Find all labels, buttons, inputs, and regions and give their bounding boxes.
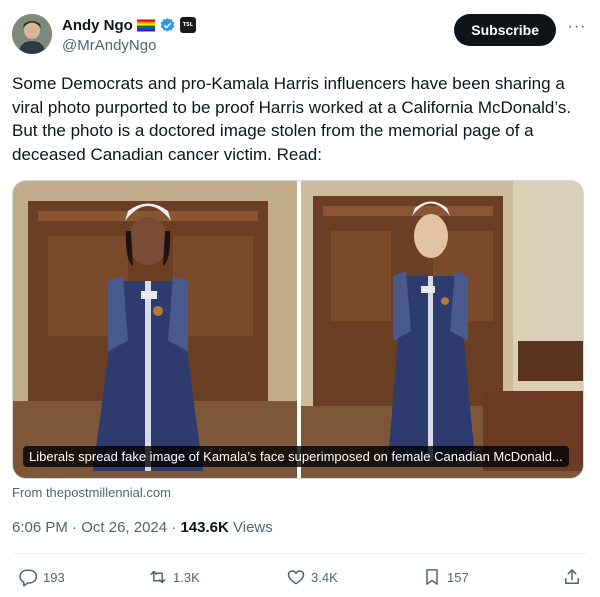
meta-separator: · [72, 519, 82, 536]
tweet-text: Some Democrats and pro-Kamala Harris inf… [12, 74, 572, 164]
post-time[interactable]: 6:06 PM [12, 519, 68, 536]
reply-button[interactable]: 193 [18, 566, 65, 588]
affiliate-badge-icon[interactable]: TSL [179, 17, 196, 33]
rainbow-flag-icon [136, 19, 155, 32]
views-count: 143.6K [180, 519, 229, 536]
like-count: 3.4K [311, 569, 338, 585]
avatar[interactable] [12, 14, 52, 54]
share-icon [565, 569, 579, 584]
reply-icon [19, 569, 38, 587]
bookmark-icon [426, 569, 438, 585]
tweet-header: Andy Ngo TSL @MrAndyNgo Subscribe ··· [12, 12, 588, 60]
more-options-icon[interactable]: ··· [566, 18, 588, 40]
divider [12, 553, 588, 554]
bookmark-count: 157 [447, 569, 469, 585]
tweet-media[interactable]: Liberals spread fake image of Kamala’s f… [12, 180, 584, 479]
subscribe-button[interactable]: Subscribe [454, 14, 556, 46]
author-handle[interactable]: @MrAndyNgo [62, 37, 196, 54]
author-name[interactable]: Andy Ngo [62, 17, 133, 34]
tweet-meta: 6:06 PM · Oct 26, 2024 · 143.6K Views [12, 519, 273, 536]
verified-badge-icon[interactable] [159, 17, 176, 34]
views-label: Views [233, 519, 273, 536]
author-block: Andy Ngo TSL @MrAndyNgo [62, 15, 196, 54]
media-caption[interactable]: Liberals spread fake image of Kamala’s f… [23, 446, 569, 467]
bookmark-button[interactable]: 157 [422, 566, 469, 588]
post-date[interactable]: Oct 26, 2024 [81, 519, 167, 536]
repost-button[interactable]: 1.3K [148, 566, 200, 588]
heart-icon [287, 570, 305, 585]
reply-count: 193 [43, 569, 65, 585]
repost-icon [150, 570, 166, 584]
action-bar: 193 1.3K 3.4K 157 [18, 566, 582, 588]
share-button[interactable] [562, 566, 582, 588]
link-source[interactable]: From thepostmillennial.com [12, 485, 171, 500]
name-row: Andy Ngo TSL [62, 15, 196, 35]
media-photo [13, 181, 583, 478]
like-button[interactable]: 3.4K [286, 566, 338, 588]
repost-count: 1.3K [173, 569, 200, 585]
